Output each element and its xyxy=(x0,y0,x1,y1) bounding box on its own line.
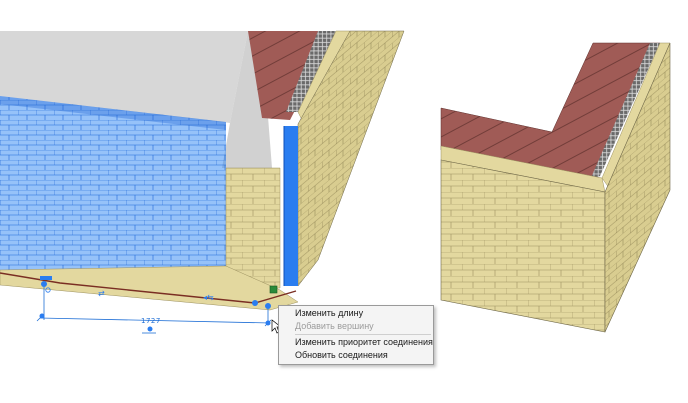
left-scene: ⇄ ◂⇆ xyxy=(0,30,405,334)
flip-arrows[interactable]: ⇄ xyxy=(98,289,105,298)
right-scene xyxy=(440,42,671,333)
context-menu: Изменить длину Добавить вершину Изменить… xyxy=(278,305,434,365)
grip-handle[interactable] xyxy=(265,303,271,309)
flip-control[interactable] xyxy=(40,276,52,280)
menu-item-change-join-priority[interactable]: Изменить приоритет соединения xyxy=(279,336,433,349)
menu-item-add-vertex[interactable]: Добавить вершину xyxy=(279,320,433,333)
flip-arrows[interactable]: ◂⇆ xyxy=(203,293,214,302)
menu-separator xyxy=(295,334,431,335)
menu-item-change-length[interactable]: Изменить длину xyxy=(279,307,433,320)
selected-end-face[interactable] xyxy=(284,126,298,286)
end-grip[interactable] xyxy=(269,285,278,294)
dimension-value[interactable]: 1727 xyxy=(141,317,161,325)
grip-handle[interactable] xyxy=(41,281,47,287)
menu-item-update-joins[interactable]: Обновить соединения xyxy=(279,349,433,362)
grip-handle[interactable] xyxy=(252,300,258,306)
